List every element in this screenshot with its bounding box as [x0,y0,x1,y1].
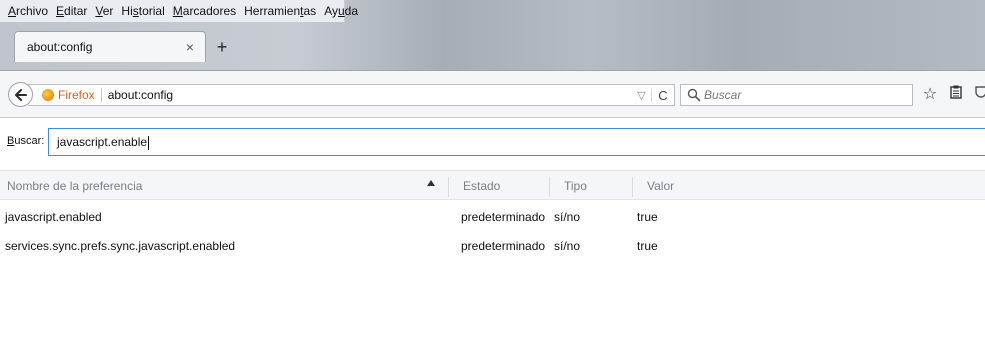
new-tab-button[interactable]: + [212,37,232,57]
clipboard-icon [950,85,962,99]
pref-value: true [637,239,658,253]
pref-type: sí/no [554,239,581,253]
table-row[interactable]: javascript.enabled predeterminado sí/no … [0,203,985,231]
column-divider [549,177,550,197]
sort-ascending-icon [427,180,435,186]
column-header-value[interactable]: Valor [640,171,980,201]
navigation-toolbar: Firefox about:config ▽ C Buscar ☆ [0,70,985,118]
column-divider [632,177,633,197]
pref-status: predeterminado [461,239,546,253]
config-filter-row: Buscar: javascript.enable [0,127,985,157]
pref-name: javascript.enabled [5,210,102,224]
back-button[interactable] [8,82,33,107]
filter-input-value: javascript.enable [57,135,148,149]
menu-editar[interactable]: Editar [52,0,91,22]
config-search-input[interactable]: javascript.enable [48,128,985,156]
close-tab-icon[interactable]: × [179,39,201,55]
menu-archivo[interactable]: Archivo [4,0,52,22]
text-caret [148,135,150,150]
reload-button[interactable]: C [652,88,674,103]
url-bar[interactable]: Firefox about:config ▽ C [28,84,675,106]
table-row[interactable]: services.sync.prefs.sync.javascript.enab… [0,232,985,260]
menu-marcadores[interactable]: Marcadores [169,0,240,22]
menu-ver[interactable]: Ver [91,0,117,22]
url-text[interactable]: about:config [108,88,632,102]
search-bar[interactable]: Buscar [680,84,913,106]
back-arrow-icon [14,88,27,101]
tab-title: about:config [27,40,93,54]
search-icon [687,88,701,102]
menu-bar: Archivo Editar Ver Historial Marcadores … [0,0,358,22]
search-placeholder: Buscar [704,88,742,102]
pref-status: predeterminado [461,210,546,224]
column-header-type[interactable]: Tipo [557,171,627,201]
column-header-name[interactable]: Nombre de la preferencia [0,171,440,201]
history-dropdown-icon[interactable]: ▽ [632,88,652,102]
pocket-icon[interactable] [974,85,985,105]
pocket-shape-icon [975,86,985,98]
column-divider [448,177,449,197]
bookmarks-menu-icon[interactable] [946,85,966,105]
pref-name: services.sync.prefs.sync.javascript.enab… [5,239,236,253]
firefox-icon [42,89,54,101]
pref-value: true [637,210,658,224]
identity-label[interactable]: Firefox [58,88,102,102]
column-header-row: Nombre de la preferencia Estado Tipo Val… [0,170,985,200]
column-header-status[interactable]: Estado [456,171,546,201]
menu-historial[interactable]: Historial [117,0,168,22]
bookmark-star-icon[interactable]: ☆ [920,85,940,105]
menu-ayuda[interactable]: Ayuda [320,0,362,22]
pref-type: sí/no [554,210,581,224]
tab-about-config[interactable]: about:config × [14,31,206,62]
menu-herramientas[interactable]: Herramientas [240,0,320,22]
filter-label: Buscar: [7,135,45,147]
